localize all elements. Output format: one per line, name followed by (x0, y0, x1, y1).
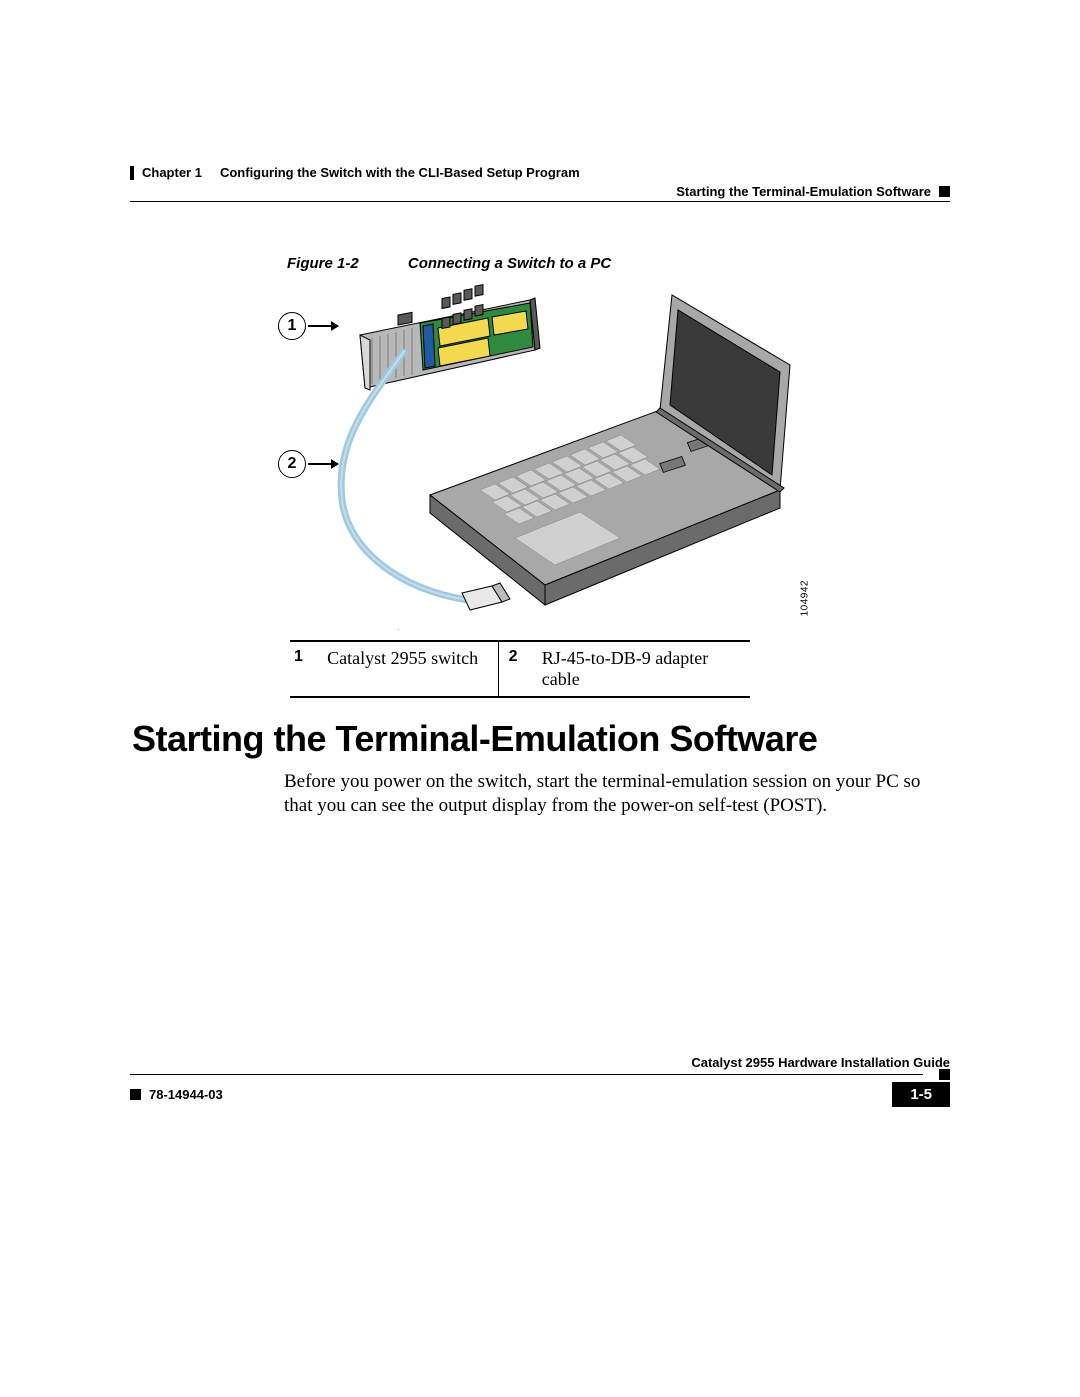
figure-caption: Figure 1-2 Connecting a Switch to a PC (287, 255, 611, 272)
section-heading: Starting the Terminal-Emulation Software (132, 718, 817, 760)
body-paragraph: Before you power on the switch, start th… (284, 770, 945, 819)
callout-2: 2 (278, 450, 306, 478)
footer-bar-icon (130, 1089, 141, 1100)
callout-1: 1 (278, 312, 306, 340)
footer-bottom-row: 78-14944-03 1-5 (130, 1082, 950, 1107)
figure-image-number: 104942 (799, 580, 810, 616)
callout-2-arrow-icon (308, 463, 338, 465)
callout-2-number: 2 (288, 455, 297, 473)
callout-1-number: 1 (288, 317, 297, 335)
footer-square-icon (939, 1069, 950, 1080)
diagram-svg (280, 280, 800, 630)
footer-guide-row: Catalyst 2955 Hardware Installation Guid… (130, 1053, 950, 1070)
footer-rule (130, 1074, 923, 1075)
footer-guide-title: Catalyst 2955 Hardware Installation Guid… (691, 1055, 950, 1070)
page-header: Chapter 1 Configuring the Switch with th… (130, 165, 950, 202)
callout-1-arrow-icon (308, 325, 338, 327)
header-bar-icon (130, 166, 134, 180)
footer-left: 78-14944-03 (130, 1087, 223, 1102)
header-top-row: Chapter 1 Configuring the Switch with th… (130, 165, 950, 180)
page-footer: Catalyst 2955 Hardware Installation Guid… (130, 1053, 950, 1107)
chapter-title: Configuring the Switch with the CLI-Base… (220, 165, 580, 180)
header-square-icon (939, 186, 950, 197)
figure-legend-table: 1 Catalyst 2955 switch 2 RJ-45-to-DB-9 a… (290, 640, 750, 698)
chapter-label: Chapter 1 (142, 165, 202, 180)
page: Chapter 1 Configuring the Switch with th… (0, 0, 1080, 1397)
db9-connector (462, 583, 510, 610)
legend-num-2: 2 (499, 642, 540, 696)
figure-illustration: 1 2 104942 (280, 280, 800, 630)
figure-label: Figure 1-2 (287, 255, 359, 272)
legend-row: 1 Catalyst 2955 switch 2 RJ-45-to-DB-9 a… (290, 642, 750, 696)
legend-text-1: Catalyst 2955 switch (325, 642, 499, 696)
section-title: Starting the Terminal-Emulation Software (676, 184, 931, 199)
header-rule (130, 201, 950, 202)
figure-title: Connecting a Switch to a PC (408, 255, 611, 272)
footer-doc-number: 78-14944-03 (149, 1087, 223, 1102)
page-number: 1-5 (892, 1082, 950, 1107)
header-bottom-row: Starting the Terminal-Emulation Software (130, 184, 950, 199)
legend-text-2: RJ-45-to-DB-9 adapter cable (540, 642, 750, 696)
legend-num-1: 1 (290, 642, 325, 696)
footer-bar (130, 1069, 950, 1080)
